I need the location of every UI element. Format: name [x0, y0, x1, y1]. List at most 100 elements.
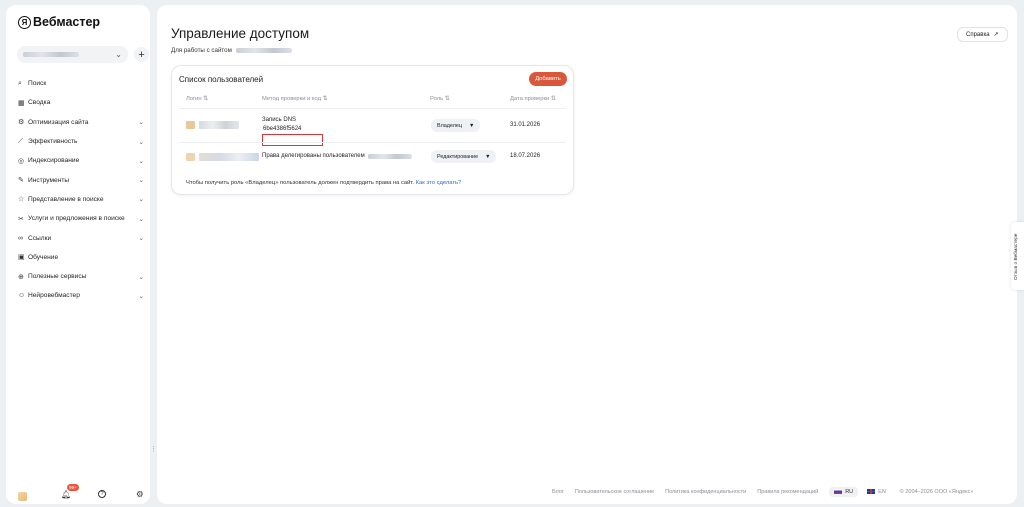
how-to-link[interactable]: Как это сделать? — [416, 180, 462, 186]
chevron-down-icon[interactable]: ⌄ — [139, 234, 146, 242]
services-icon: ✂ — [18, 215, 24, 223]
chevron-down-icon[interactable]: ⌄ — [139, 118, 146, 126]
external-link-icon: ↗ — [993, 32, 999, 38]
row-divider — [179, 108, 566, 109]
presentation-icon: ☆ — [18, 196, 25, 204]
chevron-down-icon[interactable]: ⌄ — [139, 138, 146, 146]
chevron-down-icon[interactable]: ⌄ — [139, 176, 146, 184]
ru-flag-icon — [834, 489, 843, 495]
row-divider — [179, 142, 566, 143]
chevron-down-icon[interactable]: ⌄ — [139, 215, 146, 223]
user-avatar — [186, 121, 195, 129]
sidebar-item[interactable]: ◎ Индексирование ⌄ — [18, 151, 146, 170]
method-label: Запись DNS — [262, 117, 297, 123]
sidebar-item-label: Нейровебмастер — [28, 292, 80, 300]
site-url-redacted — [235, 48, 292, 53]
sidebar-item[interactable]: ▦ Сводка — [18, 93, 146, 112]
copyright: © 2004–2026 ООО «Яндекс» — [899, 489, 974, 495]
chevron-down-icon[interactable]: ⌄ — [139, 195, 146, 203]
subtitle-text: Для работы с сайтом — [171, 47, 232, 54]
sidebar-item[interactable]: ☆ Представление в поиске ⌄ — [18, 190, 146, 209]
help-button[interactable]: Справка ↗ — [957, 27, 1008, 42]
feedback-tab[interactable]: Отзыв о Вебмастере — [1011, 222, 1024, 290]
column-header-label: Роль — [430, 96, 444, 102]
user-login-redacted — [186, 153, 259, 161]
yandex-logo-icon: Я — [18, 15, 31, 29]
method-label: Права делегированы пользователем — [262, 153, 365, 159]
sort-icon: ⇅ — [550, 96, 556, 102]
note-text: Чтобы получить роль «Владелец» пользоват… — [186, 180, 414, 186]
services-grid-icon: ⊕ — [18, 273, 24, 281]
sidebar-item-label: Оптимизация сайта — [28, 118, 89, 126]
logo-text: Вебмастер — [33, 15, 101, 29]
sort-icon: ⇅ — [322, 96, 328, 102]
chevron-down-icon[interactable]: ⌄ — [139, 157, 146, 165]
add-user-button[interactable]: Добавить — [529, 72, 567, 86]
sidebar-item[interactable]: ✂ Услуги и предложения в поиске ⌄ — [18, 209, 146, 228]
page-title: Управление доступом — [171, 26, 310, 41]
sidebar-item-label: Полезные сервисы — [28, 273, 87, 281]
delegated-method: Права делегированы пользователем — [262, 153, 412, 159]
sidebar-item[interactable]: ✎ Инструменты ⌄ — [18, 170, 146, 189]
footer-link-privacy[interactable]: Политика конфиденциальности — [665, 489, 746, 495]
footer-link-terms[interactable]: Пользовательское соглашение — [575, 489, 654, 495]
sidebar-item-label: Представление в поиске — [28, 195, 104, 203]
verification-code: 6be4386f5624 — [263, 126, 302, 132]
sidebar-item[interactable]: ▣ Обучение — [18, 248, 146, 267]
chart-icon: ⟋ — [18, 137, 23, 145]
sidebar-footer: 🔔︎ 99+ ? ⚙ — [18, 484, 146, 502]
add-site-button[interactable]: + — [134, 47, 149, 62]
sidebar-resize-handle[interactable]: ⋮ — [150, 445, 157, 453]
sidebar-item-label: Ссылки — [28, 234, 52, 242]
site-selector[interactable]: ⌄ — [17, 46, 128, 63]
wrench-icon: ⚙ — [18, 119, 25, 127]
main-panel: Управление доступом Для работы с сайтом … — [157, 5, 1017, 504]
feedback-label: Отзыв о Вебмастере — [1014, 233, 1019, 280]
tools-icon: ✎ — [18, 177, 24, 185]
sidebar-item[interactable]: ⊕ Полезные сервисы ⌄ — [18, 267, 146, 286]
help-icon[interactable]: ? — [98, 490, 106, 498]
column-header-method[interactable]: Метод проверки и код ⇅ — [262, 96, 327, 102]
verification-date: 18.07.2026 — [510, 153, 541, 159]
column-header-role[interactable]: Роль ⇅ — [430, 96, 450, 102]
user-avatar — [186, 153, 195, 161]
code-highlight-box — [262, 134, 323, 146]
footer-link-recommendations[interactable]: Правила рекомендаций — [757, 489, 818, 495]
column-header-date[interactable]: Дата проверки ⇅ — [510, 96, 556, 102]
sidebar-item-label: Сводка — [28, 99, 51, 107]
caret-down-icon: ▼ — [485, 153, 491, 160]
book-icon: ▣ — [18, 254, 25, 262]
role-dropdown[interactable]: Редактирование ▼ — [431, 150, 497, 163]
card-title: Список пользователей — [179, 75, 264, 84]
search-icon: ⌕ — [18, 79, 22, 87]
sidebar-item-label: Эффективность — [28, 138, 78, 146]
users-card: Список пользователей Добавить Логин ⇅ Ме… — [171, 65, 574, 195]
bell-icon[interactable]: 🔔︎ — [61, 490, 71, 499]
chevron-down-icon[interactable]: ⌄ — [139, 273, 146, 281]
sidebar-item-label: Поиск — [28, 80, 47, 88]
notifications-badge: 99+ — [67, 484, 79, 491]
site-name-redacted — [23, 52, 79, 57]
help-button-label: Справка — [966, 31, 990, 38]
avatar[interactable] — [18, 491, 27, 501]
logo[interactable]: Я Вебмастер — [18, 15, 100, 29]
lang-ru-button[interactable]: RU — [829, 487, 859, 497]
column-header-login[interactable]: Логин ⇅ — [186, 96, 208, 102]
sidebar-nav: ⌕ Поиск ▦ Сводка ⚙ Оптимизация сайта ⌄ ⟋ Эффекти… — [18, 74, 146, 306]
login-blur — [199, 153, 259, 161]
lang-en-button[interactable]: EN — [867, 489, 886, 495]
owner-role-note: Чтобы получить роль «Владелец» пользоват… — [186, 180, 461, 186]
sidebar-item[interactable]: ∞ Ссылки ⌄ — [18, 228, 146, 247]
chevron-down-icon[interactable]: ⌄ — [139, 292, 146, 300]
gear-icon[interactable]: ⚙ — [136, 489, 144, 500]
sidebar-item[interactable]: ⟋ Эффективность ⌄ — [18, 132, 146, 151]
sidebar-item[interactable]: ☺ Нейровебмастер ⌄ — [18, 286, 146, 305]
role-dropdown[interactable]: Владелец ▼ — [431, 119, 481, 132]
sidebar-item-label: Услуги и предложения в поиске — [28, 215, 125, 223]
caret-down-icon: ▼ — [468, 122, 475, 129]
uk-flag-icon — [867, 489, 876, 495]
sidebar-item[interactable]: ⌕ Поиск — [18, 74, 146, 93]
footer-link-blog[interactable]: Блог — [552, 489, 564, 495]
lang-en-label: EN — [878, 489, 886, 495]
sidebar-item[interactable]: ⚙ Оптимизация сайта ⌄ — [18, 113, 146, 132]
